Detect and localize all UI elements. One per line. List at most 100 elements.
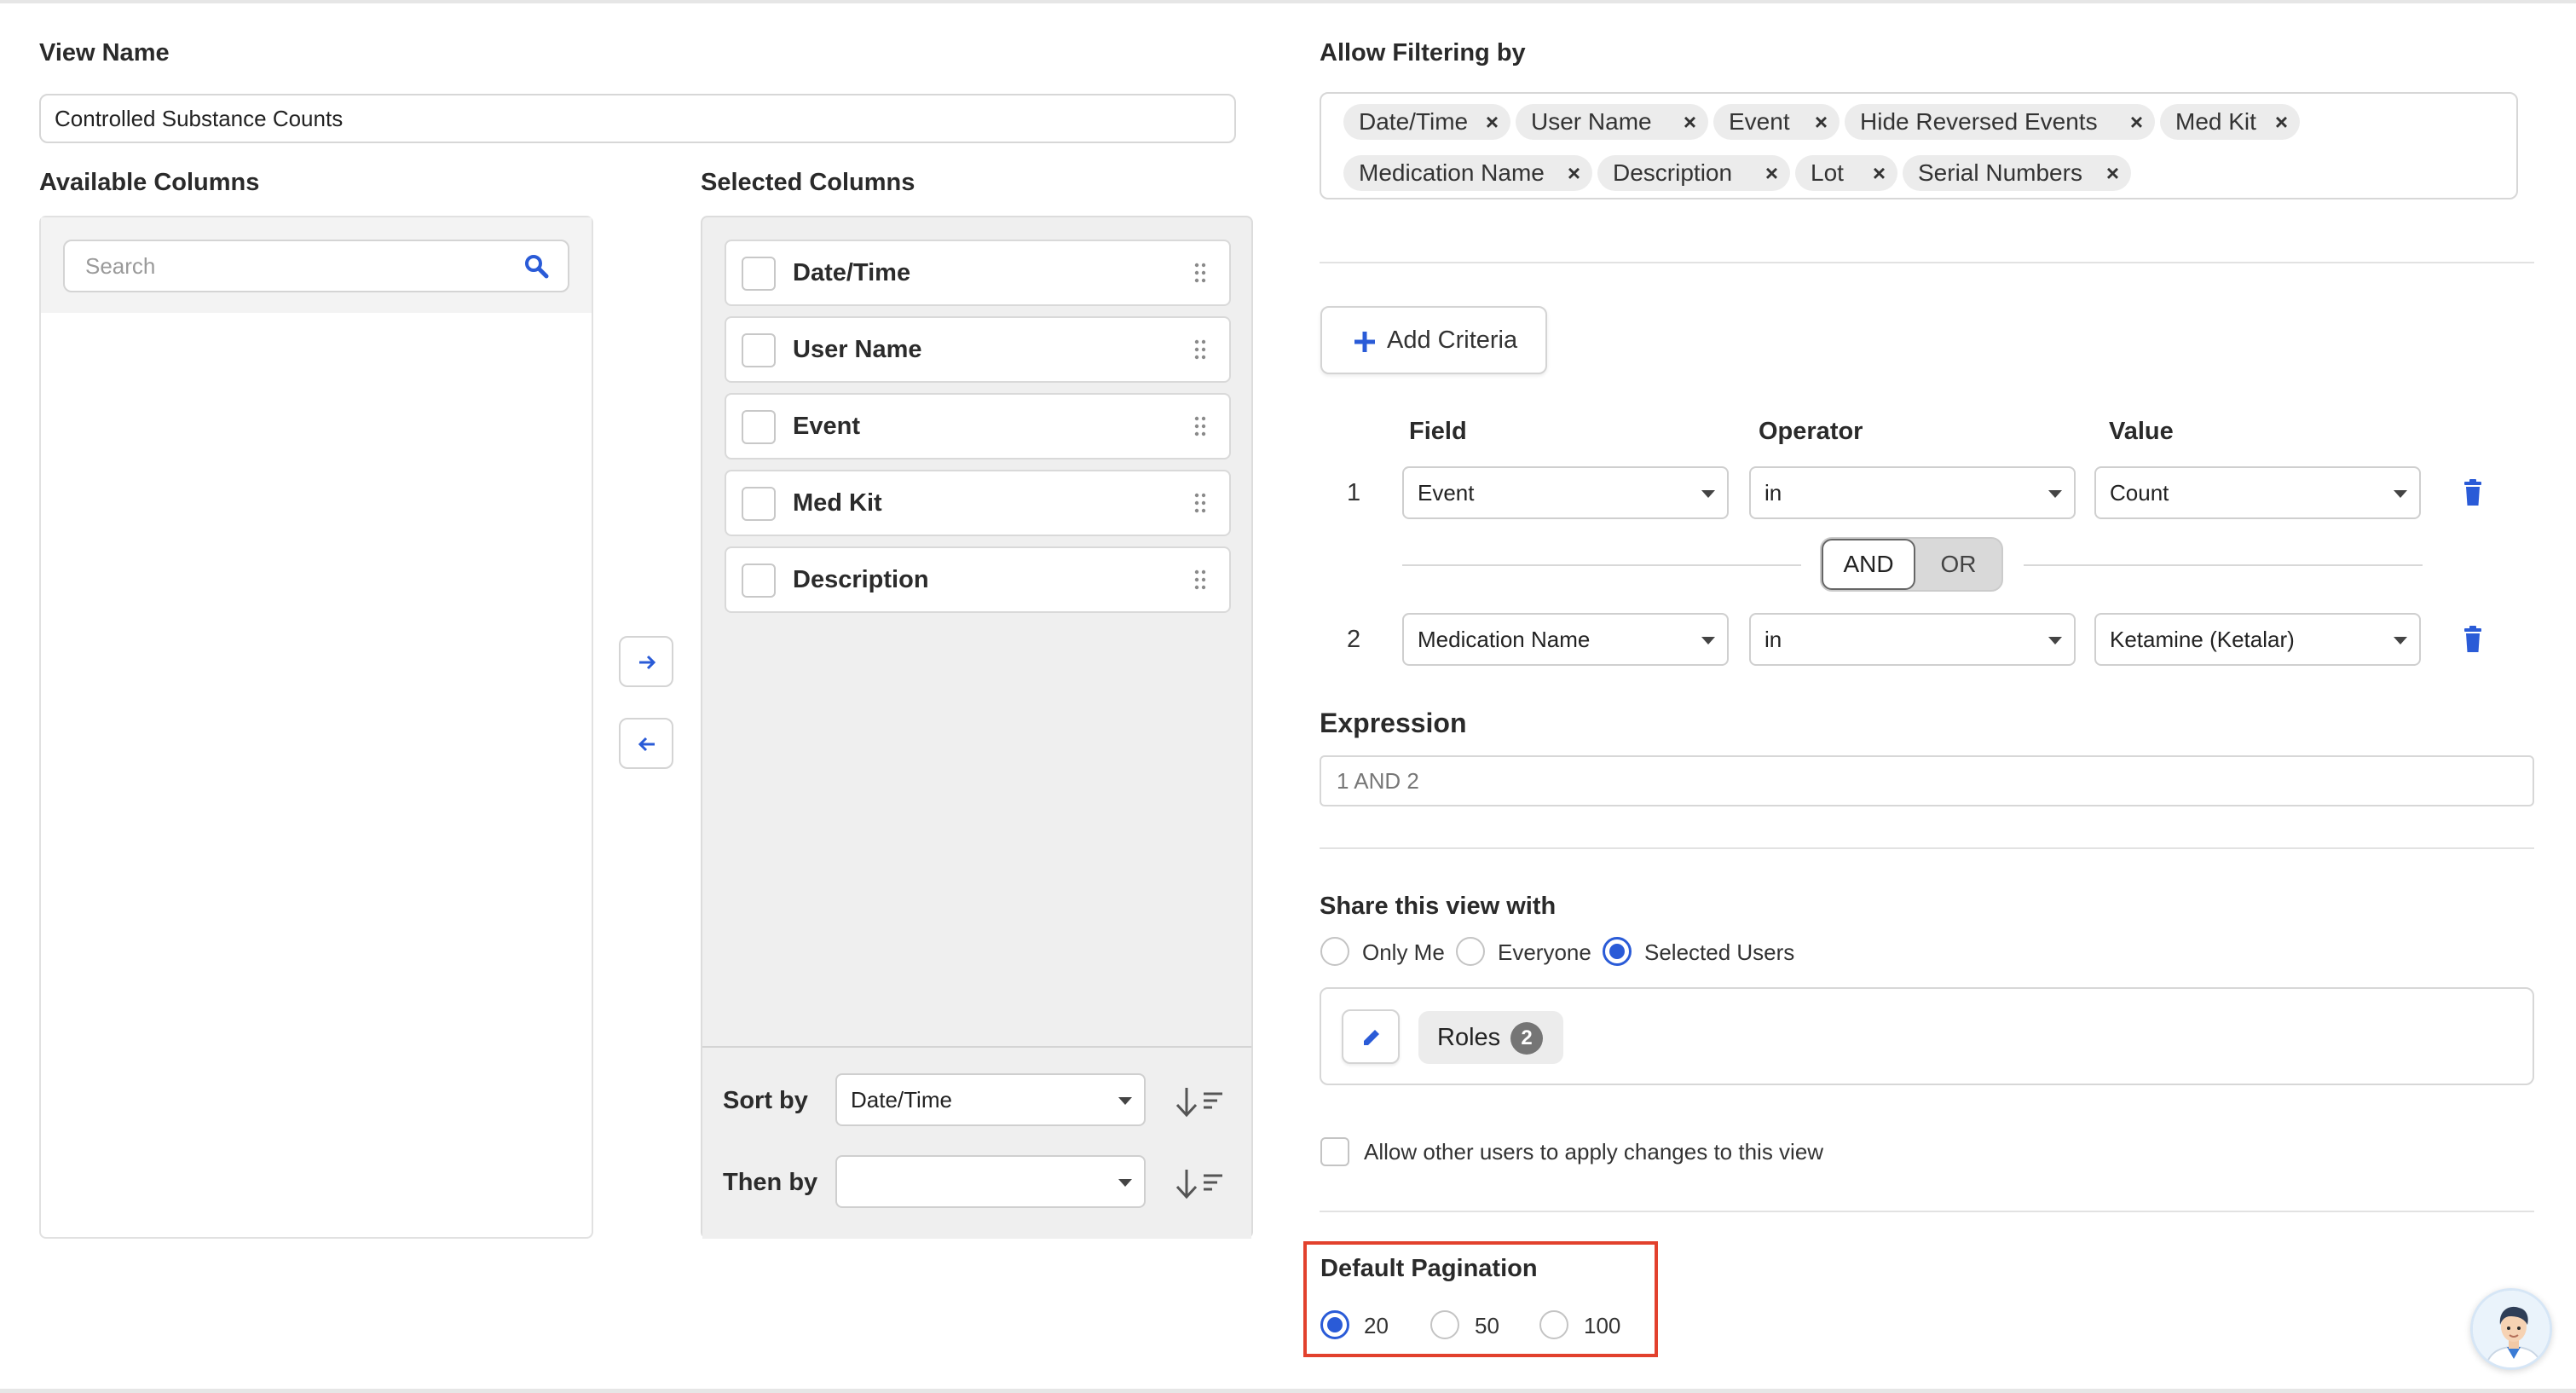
drag-handle-icon[interactable] [1193, 492, 1207, 514]
filter-tag-label: Medication Name [1359, 159, 1545, 186]
drag-handle-icon[interactable] [1193, 262, 1207, 284]
roles-chip-label: Roles [1437, 1024, 1501, 1051]
search-input[interactable]: Search [63, 240, 569, 292]
assistant-avatar-icon [2473, 1291, 2550, 1367]
available-columns-panel: Search [39, 216, 593, 1239]
close-icon[interactable]: × [1765, 155, 1778, 191]
column-checkbox[interactable] [742, 257, 776, 291]
sort-direction-icon[interactable] [1173, 1167, 1227, 1201]
criteria-value-select[interactable]: Ketamine (Ketalar) [2094, 613, 2421, 666]
expression-input[interactable]: 1 AND 2 [1320, 755, 2534, 806]
column-checkbox[interactable] [742, 410, 776, 444]
criteria-operator-select[interactable]: in [1749, 613, 2076, 666]
filter-tag: User Name × [1516, 104, 1708, 140]
bottom-divider [0, 1389, 2576, 1393]
selected-columns-label: Selected Columns [701, 169, 915, 196]
search-icon[interactable] [523, 253, 549, 279]
close-icon[interactable]: × [1815, 104, 1828, 140]
column-item[interactable]: Description [725, 546, 1231, 613]
search-placeholder: Search [85, 253, 156, 279]
column-checkbox[interactable] [742, 333, 776, 367]
column-checkbox[interactable] [742, 487, 776, 521]
column-item-label: User Name [793, 336, 922, 363]
sort-by-select[interactable]: Date/Time [835, 1073, 1146, 1126]
close-icon[interactable]: × [1568, 155, 1580, 191]
edit-roles-button[interactable] [1342, 1009, 1400, 1064]
criteria-row-number: 2 [1347, 626, 1361, 653]
filter-tag-label: User Name [1531, 108, 1652, 135]
add-criteria-label: Add Criteria [1387, 327, 1518, 354]
section-divider [1320, 262, 2534, 263]
share-only-me-label: Only Me [1362, 939, 1445, 965]
pagination-50-label: 50 [1475, 1313, 1499, 1338]
drag-handle-icon[interactable] [1193, 338, 1207, 361]
criteria-value-header: Value [2109, 418, 2174, 445]
section-divider [1320, 847, 2534, 849]
share-selected-users-radio[interactable] [1603, 937, 1632, 966]
sort-direction-icon[interactable] [1173, 1085, 1227, 1119]
close-icon[interactable]: × [1486, 104, 1499, 140]
close-icon[interactable]: × [2275, 104, 2288, 140]
trash-icon[interactable] [2463, 626, 2483, 653]
criteria-value-value: Ketamine (Ketalar) [2110, 627, 2295, 652]
criteria-operator-value: in [1765, 480, 1782, 506]
then-by-select[interactable] [835, 1155, 1146, 1208]
criteria-field-select[interactable]: Medication Name [1402, 613, 1729, 666]
share-everyone-label: Everyone [1498, 939, 1591, 965]
and-option[interactable]: AND [1822, 539, 1915, 590]
close-icon[interactable]: × [1873, 155, 1886, 191]
filtering-label: Allow Filtering by [1320, 39, 1526, 66]
criteria-field-select[interactable]: Event [1402, 466, 1729, 519]
pagination-20-radio[interactable] [1320, 1310, 1349, 1339]
connector-line [2024, 564, 2423, 566]
filter-tag: Description × [1597, 155, 1790, 191]
allow-changes-checkbox[interactable] [1320, 1137, 1349, 1166]
move-right-button[interactable] [619, 636, 673, 687]
selected-columns-panel: Date/Time User Name Event Med Kit Descri… [701, 216, 1253, 1239]
roles-chip[interactable]: Roles 2 [1418, 1011, 1563, 1064]
pagination-20-label: 20 [1364, 1313, 1389, 1338]
column-item[interactable]: Date/Time [725, 240, 1231, 306]
chevron-down-icon [1701, 637, 1715, 644]
column-checkbox[interactable] [742, 564, 776, 598]
drag-handle-icon[interactable] [1193, 415, 1207, 437]
share-selected-users-label: Selected Users [1644, 939, 1795, 965]
filter-tag-label: Lot [1811, 159, 1844, 186]
selected-users-box: Roles 2 [1320, 987, 2534, 1085]
close-icon[interactable]: × [2106, 155, 2119, 191]
trash-icon[interactable] [2463, 479, 2483, 506]
chevron-down-icon [2394, 490, 2407, 498]
move-left-button[interactable] [619, 718, 673, 769]
pagination-50-radio[interactable] [1430, 1310, 1459, 1339]
arrow-right-icon [639, 655, 656, 670]
filter-tag-label: Description [1613, 159, 1733, 186]
column-item[interactable]: Med Kit [725, 470, 1231, 536]
sort-by-value: Date/Time [851, 1087, 952, 1113]
add-criteria-button[interactable]: Add Criteria [1320, 306, 1547, 374]
filter-tag: Medication Name × [1343, 155, 1592, 191]
roles-count-badge: 2 [1510, 1022, 1543, 1055]
share-only-me-radio[interactable] [1320, 937, 1349, 966]
criteria-operator-select[interactable]: in [1749, 466, 2076, 519]
chevron-down-icon [1118, 1179, 1132, 1187]
drag-handle-icon[interactable] [1193, 569, 1207, 591]
criteria-field-value: Event [1418, 480, 1475, 506]
close-icon[interactable]: × [2130, 104, 2143, 140]
assistant-avatar[interactable] [2470, 1288, 2552, 1370]
and-or-toggle[interactable]: AND OR [1820, 537, 2003, 592]
column-item[interactable]: Event [725, 393, 1231, 460]
pagination-100-radio[interactable] [1539, 1310, 1568, 1339]
close-icon[interactable]: × [1684, 104, 1696, 140]
chevron-down-icon [2394, 637, 2407, 644]
filter-tags-input[interactable]: Date/Time × User Name × Event × Hide Revers… [1320, 92, 2518, 199]
criteria-value-select[interactable]: Count [2094, 466, 2421, 519]
share-everyone-radio[interactable] [1456, 937, 1485, 966]
filter-tag-label: Med Kit [2175, 108, 2256, 135]
filter-tag: Med Kit × [2160, 104, 2300, 140]
view-name-input[interactable]: Controlled Substance Counts [39, 94, 1236, 143]
column-item-label: Date/Time [793, 259, 911, 286]
criteria-value-value: Count [2110, 480, 2169, 506]
or-option[interactable]: OR [1915, 539, 2001, 590]
connector-line [1402, 564, 1801, 566]
column-item[interactable]: User Name [725, 316, 1231, 383]
